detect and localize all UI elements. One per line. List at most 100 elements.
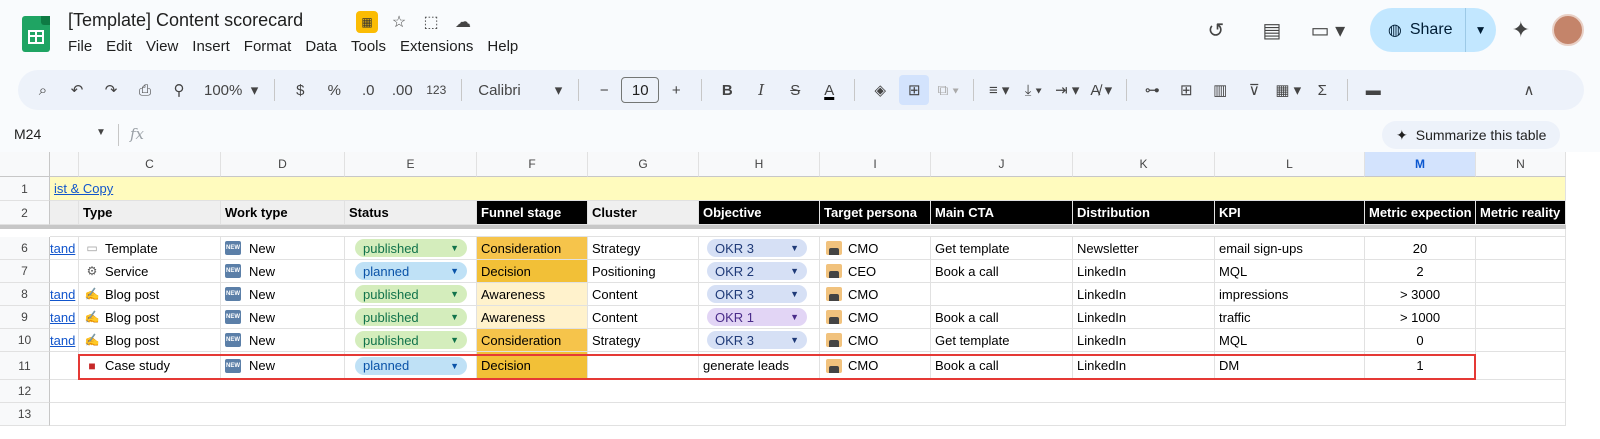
cell-dist[interactable]: LinkedIn xyxy=(1073,352,1215,380)
sheets-logo-icon[interactable] xyxy=(22,16,50,52)
cell-real[interactable] xyxy=(1476,352,1566,380)
cell-cta[interactable] xyxy=(931,283,1073,306)
merge-cells-icon[interactable]: ⧉ ▾ xyxy=(933,75,963,105)
row-header-1[interactable]: 1 xyxy=(0,177,50,201)
cell-dist[interactable]: Newsletter xyxy=(1073,237,1215,260)
column-header-g[interactable]: G xyxy=(588,152,699,177)
insert-link-icon[interactable]: ⊶ xyxy=(1137,75,1167,105)
column-header-b[interactable] xyxy=(50,152,79,177)
column-header-h[interactable]: H xyxy=(699,152,820,177)
row-header-12[interactable]: 12 xyxy=(0,380,50,403)
cell-b[interactable] xyxy=(50,260,79,283)
insert-chart-icon[interactable]: ▥ xyxy=(1205,75,1235,105)
cell-exp[interactable]: 1 xyxy=(1365,352,1476,380)
cell-objective[interactable]: generate leads xyxy=(699,352,820,380)
cell-work[interactable]: NEW New xyxy=(221,283,345,306)
functions-icon[interactable]: Σ xyxy=(1307,75,1337,105)
header-cluster[interactable]: Cluster xyxy=(588,201,699,225)
cell-b[interactable]: tand xyxy=(50,283,79,306)
cell-exp[interactable]: 0 xyxy=(1365,329,1476,352)
empty-row-12[interactable] xyxy=(50,380,1566,403)
cell-funnel[interactable]: Decision xyxy=(477,260,588,283)
bold-icon[interactable]: B xyxy=(712,75,742,105)
status-dropdown-chip[interactable]: published ▼ xyxy=(355,331,467,349)
cell-cta[interactable]: Get template xyxy=(931,237,1073,260)
cell-kpi[interactable]: MQL xyxy=(1215,329,1365,352)
objective-dropdown-chip[interactable]: OKR 3 ▼ xyxy=(707,285,807,303)
cell-objective[interactable]: OKR 3 ▼ xyxy=(699,329,820,352)
cell-funnel[interactable]: Awareness xyxy=(477,283,588,306)
cell-kpi[interactable]: MQL xyxy=(1215,260,1365,283)
objective-dropdown-chip[interactable]: OKR 3 ▼ xyxy=(707,331,807,349)
header-main-cta[interactable]: Main CTA xyxy=(931,201,1073,225)
cell-dist[interactable]: LinkedIn xyxy=(1073,260,1215,283)
cell-b[interactable] xyxy=(50,352,79,380)
cell-work[interactable]: NEW New xyxy=(221,352,345,380)
menu-insert[interactable]: Insert xyxy=(192,38,238,55)
more-formats-button[interactable]: 123 xyxy=(421,75,451,105)
version-history-icon[interactable]: ↺ xyxy=(1196,10,1236,50)
zoom-select[interactable]: 100% ▾ xyxy=(198,75,264,105)
row-link[interactable]: tand xyxy=(50,241,75,256)
column-header-j[interactable]: J xyxy=(931,152,1073,177)
offline-badge-icon[interactable]: ▦ xyxy=(356,11,378,33)
decrease-decimal-button[interactable]: .0 xyxy=(353,75,383,105)
undo-icon[interactable]: ↶ xyxy=(62,75,92,105)
cell-cluster[interactable]: Content xyxy=(588,283,699,306)
gemini-spark-icon[interactable]: ✦ xyxy=(1512,17,1530,43)
print-icon[interactable]: ⎙ xyxy=(130,75,160,105)
row-header-9[interactable]: 9 xyxy=(0,306,50,329)
header-status[interactable]: Status xyxy=(345,201,477,225)
menu-edit[interactable]: Edit xyxy=(106,38,140,55)
cell-objective[interactable]: OKR 3 ▼ xyxy=(699,283,820,306)
decrease-font-size-icon[interactable]: − xyxy=(589,75,619,105)
filter-icon[interactable]: ⊽ xyxy=(1239,75,1269,105)
cell-persona[interactable]: CMO xyxy=(820,283,931,306)
menu-view[interactable]: View xyxy=(146,38,186,55)
cell-cta[interactable]: Book a call xyxy=(931,306,1073,329)
header-metric-expection[interactable]: Metric expection xyxy=(1365,201,1476,225)
column-header-d[interactable]: D xyxy=(221,152,345,177)
header-metric-reality[interactable]: Metric reality xyxy=(1476,201,1566,225)
chevron-down-icon[interactable]: ▼ xyxy=(96,127,106,138)
summarize-table-button[interactable]: ✦ Summarize this table xyxy=(1382,121,1561,149)
cell-exp[interactable]: > 3000 xyxy=(1365,283,1476,306)
strikethrough-icon[interactable]: S xyxy=(780,75,810,105)
column-header-k[interactable]: K xyxy=(1073,152,1215,177)
cell-persona[interactable]: CMO xyxy=(820,237,931,260)
cell-type[interactable]: ▭ Template xyxy=(79,237,221,260)
table-view-icon[interactable]: ▦ ▾ xyxy=(1273,75,1303,105)
cloud-status-icon[interactable]: ☁ xyxy=(452,11,474,33)
cell-funnel[interactable]: Consideration xyxy=(477,237,588,260)
cell-persona[interactable]: CMO xyxy=(820,329,931,352)
row-header-2[interactable]: 2 xyxy=(0,201,50,225)
row-header-10[interactable]: 10 xyxy=(0,329,50,352)
header-funnel-stage[interactable]: Funnel stage xyxy=(477,201,588,225)
cell-objective[interactable]: OKR 2 ▼ xyxy=(699,260,820,283)
font-select[interactable]: Calibri ▾ xyxy=(472,75,568,105)
cell-status[interactable]: published ▼ xyxy=(345,306,477,329)
cell-work[interactable]: NEW New xyxy=(221,329,345,352)
row-header-7[interactable]: 7 xyxy=(0,260,50,283)
cell-dist[interactable]: LinkedIn xyxy=(1073,329,1215,352)
cell-real[interactable] xyxy=(1476,329,1566,352)
insert-comment-icon[interactable]: ⊞ xyxy=(1171,75,1201,105)
cell-status[interactable]: planned ▼ xyxy=(345,352,477,380)
meet-icon[interactable]: ▭ ▾ xyxy=(1308,10,1348,50)
cell-exp[interactable]: 2 xyxy=(1365,260,1476,283)
cell-objective[interactable]: OKR 3 ▼ xyxy=(699,237,820,260)
cell-cta[interactable]: Book a call xyxy=(931,260,1073,283)
cell-work[interactable]: NEW New xyxy=(221,260,345,283)
cell-type[interactable]: ⚙ Service xyxy=(79,260,221,283)
menu-extensions[interactable]: Extensions xyxy=(400,38,481,55)
name-box[interactable]: M24 xyxy=(14,126,41,142)
search-menus-icon[interactable]: ⌕ xyxy=(28,75,58,105)
header-type[interactable]: Type xyxy=(79,201,221,225)
menu-format[interactable]: Format xyxy=(244,38,300,55)
cell-real[interactable] xyxy=(1476,283,1566,306)
cell-persona[interactable]: CEO xyxy=(820,260,931,283)
share-dropdown-icon[interactable]: ▼ xyxy=(1466,23,1496,37)
cell-kpi[interactable]: impressions xyxy=(1215,283,1365,306)
menu-data[interactable]: Data xyxy=(305,38,345,55)
spreadsheet-grid[interactable]: C D E F G H I J K L M N 1 2 6 7 8 9 10 1… xyxy=(0,152,1600,439)
